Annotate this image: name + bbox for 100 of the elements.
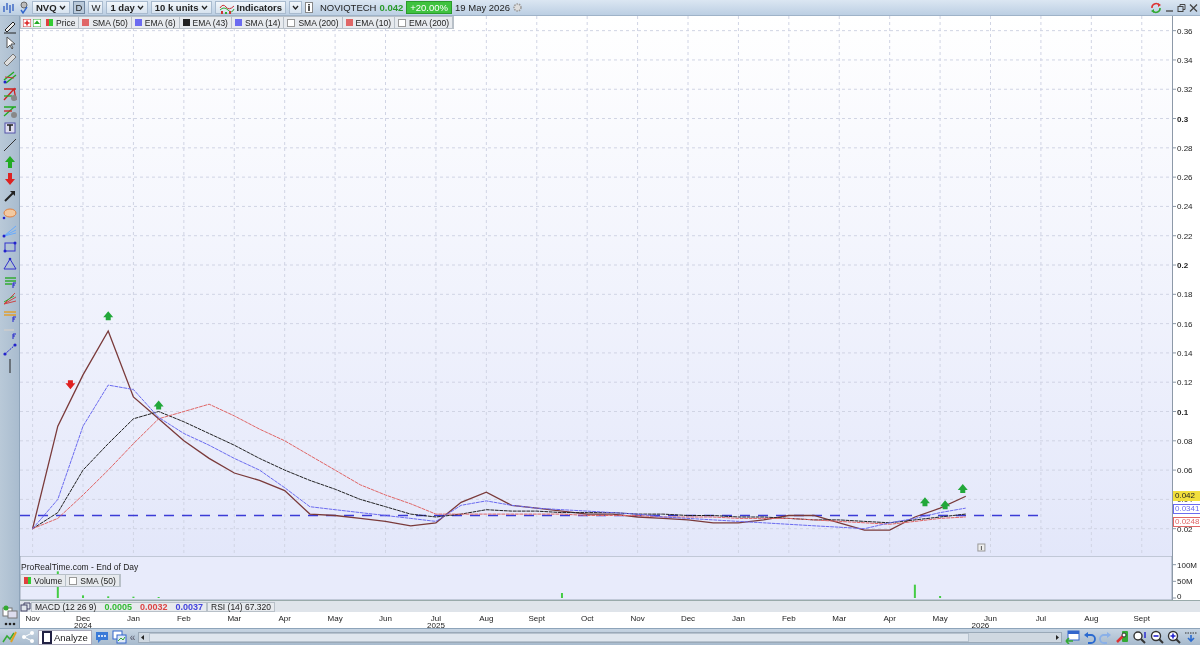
axis-label: 0.28 (1177, 143, 1193, 153)
up-arrow-marker (103, 311, 114, 321)
axis-label: 0.06 (1177, 466, 1193, 476)
zoom-in-icon[interactable] (1167, 630, 1181, 644)
indicator-value: 0.0037 (175, 601, 203, 612)
axis-label: Jul (430, 614, 442, 624)
retracement-icon[interactable] (1, 86, 18, 102)
axis-label: 0.26 (1177, 173, 1193, 183)
axis-label: 0.02 (1177, 524, 1193, 534)
caret-icon (291, 4, 299, 11)
axis-label: 0.1 (1177, 407, 1189, 417)
axis-label: 0.2 (1177, 261, 1189, 271)
empty-swatch (398, 18, 406, 27)
indicator-value: 0.0005 (104, 601, 132, 612)
axis-label: Apr (278, 614, 291, 624)
axis-label: 0.18 (1177, 290, 1193, 300)
gear-icon[interactable] (512, 3, 522, 12)
zoom-out-icon[interactable] (1150, 630, 1164, 644)
color-swatch (46, 19, 53, 26)
up-arrow-marker (153, 400, 164, 410)
collapse-button[interactable]: « (129, 631, 136, 643)
axis-label: 0.36 (1177, 26, 1193, 36)
units-dropdown[interactable]: 10 k units (150, 1, 212, 14)
legend-item[interactable]: Volume (21, 575, 67, 586)
add-arrow-icon[interactable] (33, 18, 41, 27)
caret-icon (58, 4, 66, 11)
chat-icon[interactable] (94, 630, 109, 644)
zoom-fit-icon[interactable] (1132, 630, 1147, 644)
legend-item[interactable]: SMA (50) (66, 575, 120, 586)
window-toggle-icon[interactable] (20, 601, 31, 612)
period-button[interactable]: D (72, 1, 86, 14)
fan-lines-icon[interactable] (1, 290, 18, 306)
price-tag: 0.042 (1173, 491, 1200, 501)
scroll-right-icon[interactable] (1053, 632, 1061, 642)
source-note: ProRealTime.com - End of Day (21, 562, 139, 572)
axis-label: 0 (1177, 592, 1182, 601)
axis-label: Mar (227, 614, 242, 624)
indicator-label: MACD (12 26 9) (35, 601, 97, 612)
axis-label: Jun (984, 614, 997, 624)
axis-label: Jun (379, 614, 392, 624)
info-icon[interactable] (304, 2, 313, 13)
panel-icon (42, 630, 52, 644)
restore-icon[interactable] (1177, 2, 1186, 13)
caret-icon (136, 4, 144, 11)
legend-item[interactable]: Price (43, 17, 80, 28)
legend-item[interactable]: SMA (14) (231, 17, 285, 28)
analyze-button[interactable]: Analyze (38, 629, 92, 645)
bar-chart-icon[interactable] (2, 1, 16, 14)
year-label: 2026 (971, 621, 990, 628)
legend-item[interactable]: EMA (43) (179, 17, 232, 28)
axis-label: 50M (1177, 577, 1193, 587)
axis-label: Feb (176, 614, 191, 624)
axis-label: Apr (883, 614, 896, 624)
axis-label: Nov (25, 614, 40, 624)
macd-legend[interactable]: MACD (12 26 9) 0.0005 0.0032 0.0037 (31, 601, 207, 612)
color-swatch (24, 577, 31, 584)
text-icon[interactable] (1, 120, 18, 136)
axis-label: 0.08 (1177, 436, 1193, 446)
axis-label: Sept (1133, 614, 1150, 624)
segment-icon[interactable] (1, 341, 18, 357)
ruler-icon[interactable] (1, 52, 18, 68)
indicators-button[interactable]: Indicators (214, 1, 286, 14)
info-icon[interactable] (977, 543, 986, 552)
scrollbar[interactable] (138, 631, 1062, 643)
close-icon[interactable] (1189, 2, 1198, 13)
axis-label: May (327, 614, 343, 624)
axis-label: Mar (832, 614, 847, 624)
calendar-icon[interactable] (1065, 630, 1080, 644)
line-icon[interactable] (1, 137, 18, 153)
undo-icon[interactable] (1083, 630, 1096, 644)
legend-item[interactable]: EMA (6) (131, 17, 180, 28)
refresh-icon[interactable] (1150, 1, 1162, 14)
axis-label: Jan (731, 614, 745, 624)
share-icon[interactable] (21, 630, 35, 644)
axis-label: 0.16 (1177, 319, 1193, 329)
axis-label: Dec (75, 614, 91, 624)
rsi-legend[interactable]: RSI (14) 67.320 (207, 601, 276, 612)
axis-label: May (932, 614, 948, 624)
legend-item[interactable]: SMA (200) (284, 17, 343, 28)
year-label: 2025 (427, 621, 445, 628)
more-dropdown[interactable] (288, 1, 302, 14)
year-label: 2024 (74, 621, 92, 628)
up-arrow-marker (957, 484, 968, 494)
period-button[interactable]: W (88, 1, 104, 14)
interval-dropdown[interactable]: 1 day (106, 1, 148, 14)
legend-item[interactable]: EMA (10) (342, 17, 395, 28)
axis-label: Jul (1035, 614, 1047, 624)
symbol-dropdown[interactable]: NVQ (32, 1, 70, 14)
legend-item[interactable]: SMA (50) (79, 17, 132, 28)
windows-icon[interactable] (111, 630, 127, 644)
add-icon[interactable] (23, 18, 31, 27)
rectangle-icon[interactable] (1, 239, 18, 255)
down-arrow-marker (65, 380, 76, 390)
legend-item[interactable]: EMA (200) (395, 17, 454, 28)
indicator-value: 0.0032 (139, 601, 168, 612)
caret-icon (200, 4, 208, 11)
triangle-icon[interactable] (1, 256, 18, 272)
more-icon[interactable] (2, 620, 17, 628)
parallel-lines-icon[interactable] (1, 69, 18, 85)
axis-label: Feb (781, 614, 796, 624)
